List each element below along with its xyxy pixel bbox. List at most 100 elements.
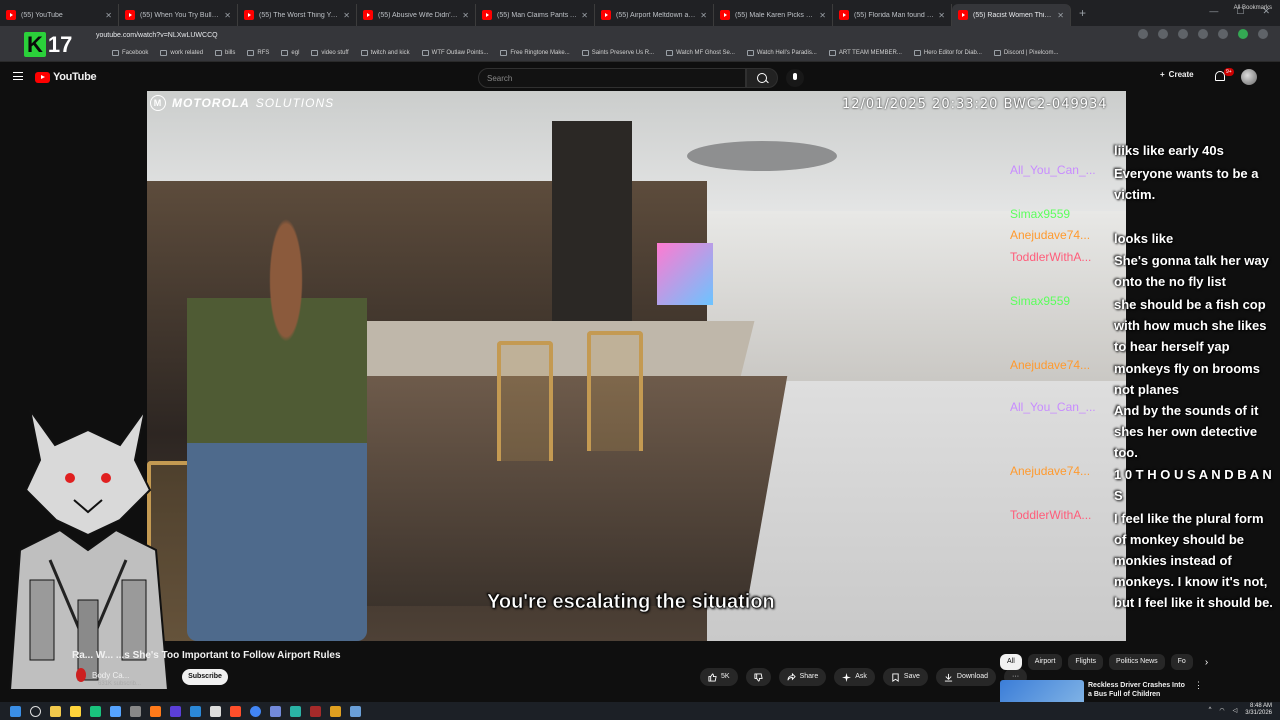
bookmark-item[interactable]: twitch and kick <box>360 49 410 56</box>
ask-button[interactable]: Ask <box>834 668 875 686</box>
close-tab-icon[interactable]: ✕ <box>105 11 112 20</box>
close-tab-icon[interactable]: ✕ <box>938 11 945 20</box>
profile-icon[interactable] <box>1238 29 1248 39</box>
settings-icon[interactable] <box>350 705 361 717</box>
video-player[interactable]: M MOTOROLA SOLUTIONS 12/01/2025 20:33:20… <box>147 91 1126 641</box>
app-icon[interactable] <box>190 705 201 717</box>
search-icon[interactable] <box>746 68 778 88</box>
recommended-title[interactable]: Reckless Driver Crashes Into a Bus Full … <box>1088 681 1188 699</box>
app-icon[interactable] <box>90 705 101 717</box>
close-tab-icon[interactable]: ✕ <box>700 11 707 20</box>
wifi-icon[interactable]: ◠ <box>1219 707 1224 714</box>
filter-chip[interactable]: Politics News <box>1109 654 1165 670</box>
close-tab-icon[interactable]: ✕ <box>343 11 350 20</box>
app-icon[interactable] <box>330 705 341 717</box>
extension-icon[interactable] <box>1138 29 1148 39</box>
chrome-icon[interactable] <box>250 705 261 717</box>
filter-chip[interactable]: Airport <box>1027 654 1063 670</box>
filter-chip[interactable]: Fo <box>1170 654 1193 670</box>
create-button[interactable]: + Create <box>1160 70 1194 79</box>
hamburger-menu-icon[interactable] <box>13 72 23 80</box>
bookmark-item[interactable]: Watch Hell's Paradis... <box>746 49 817 56</box>
search-input[interactable]: Search <box>478 68 746 88</box>
bookmark-item[interactable]: egl <box>281 49 299 56</box>
puzzle-icon[interactable] <box>1178 29 1188 39</box>
youtube-logo[interactable]: YouTube <box>35 71 97 83</box>
menu-icon[interactable] <box>1258 29 1268 39</box>
url-text[interactable]: youtube.com/watch?v=NLXwLUWCCQ <box>96 32 218 39</box>
recommended-more-icon[interactable]: ⋮ <box>1194 680 1203 691</box>
browser-toolbar-icons <box>1138 29 1268 39</box>
app-icon[interactable] <box>210 705 221 717</box>
file-explorer-icon[interactable] <box>50 705 61 717</box>
browser-tab[interactable]: (55) Airport Meltdown as Drun ✕ <box>595 4 714 26</box>
sidebar-icon[interactable] <box>1198 29 1208 39</box>
channel-name[interactable]: Body Ca... <box>92 671 129 680</box>
browser-tab[interactable]: (55) Abusive Wife Didn't Expe ✕ <box>357 4 476 26</box>
close-tab-icon[interactable]: ✕ <box>462 11 469 20</box>
share-button[interactable]: Share <box>778 668 827 686</box>
account-avatar[interactable] <box>1241 69 1257 85</box>
chevron-right-icon[interactable]: › <box>1205 657 1208 668</box>
bookmark-item[interactable]: Hero Editor for Diab... <box>913 49 982 56</box>
folder-icon[interactable] <box>70 705 81 717</box>
search-icon[interactable] <box>30 705 41 717</box>
like-button[interactable]: 5K <box>700 668 738 686</box>
recommended-video[interactable]: Reckless Driver Crashes Into a Bus Full … <box>1000 680 1280 702</box>
download-icon[interactable] <box>1218 29 1228 39</box>
bookmark-item[interactable]: WTF Outlaw Points... <box>421 49 488 56</box>
bookmark-item[interactable]: Discord | Pixelcom... <box>993 49 1058 56</box>
dislike-button[interactable] <box>745 668 771 686</box>
bookmark-item[interactable]: work related <box>160 49 203 56</box>
app-icon[interactable] <box>170 705 181 717</box>
browser-tab[interactable]: (55) When You Try Bullying The✕ <box>119 4 238 26</box>
recommended-thumbnail[interactable] <box>1000 680 1084 702</box>
browser-tab[interactable]: (55) YouTube ✕ <box>0 4 119 26</box>
volume-icon[interactable]: ◁ <box>1233 707 1238 714</box>
bookmark-item[interactable]: Free Ringtone Make... <box>500 49 570 56</box>
browser-tab[interactable]: (55) Man Claims Pants Aren't ✕ <box>476 4 595 26</box>
app-icon[interactable] <box>310 705 321 717</box>
new-tab-button[interactable]: + <box>1079 6 1086 20</box>
filter-chip[interactable]: All <box>1000 654 1022 670</box>
bookmark-item[interactable]: RFS <box>247 49 269 56</box>
subscribe-button[interactable]: Subscribe <box>182 669 228 685</box>
youtube-favicon-icon <box>244 10 254 20</box>
bookmark-label: Saints Preserve Us R... <box>591 49 655 56</box>
app-icon[interactable] <box>130 705 141 717</box>
channel-info[interactable]: Body Ca... <box>76 668 129 682</box>
minimize-icon[interactable]: — <box>1209 6 1218 17</box>
close-tab-icon[interactable]: ✕ <box>581 11 588 20</box>
browser-tab[interactable]: (55) Male Karen Picks a Fight ✕ <box>714 4 833 26</box>
filter-chip[interactable]: Flights <box>1068 654 1104 670</box>
windows-start-icon[interactable] <box>10 705 21 717</box>
bookmark-item[interactable]: bills <box>215 49 235 56</box>
channel-avatar[interactable] <box>76 668 86 682</box>
tab-title: (55) The Worst Thing You Could <box>259 11 339 19</box>
bookmark-item[interactable]: video stuff <box>311 49 349 56</box>
firefox-icon[interactable] <box>230 705 241 717</box>
tray-arrow-icon[interactable]: ^ <box>1209 707 1212 713</box>
app-icon[interactable] <box>110 705 121 717</box>
browser-tab[interactable]: (55) Florida Man found in wo ✕ <box>833 4 952 26</box>
download-button[interactable]: Download <box>935 668 997 686</box>
browser-tab[interactable]: (55) Racist Women Thinks S ✕ <box>952 4 1071 26</box>
bookmark-item[interactable]: Watch MF Ghost Se... <box>666 49 735 56</box>
browser-tab[interactable]: (55) The Worst Thing You Could ✕ <box>238 4 357 26</box>
discord-icon[interactable] <box>270 705 281 717</box>
close-tab-icon[interactable]: ✕ <box>224 11 231 20</box>
save-button[interactable]: Save <box>882 668 928 686</box>
clock[interactable]: 8:48 AM 3/31/2026 <box>1245 703 1272 717</box>
app-icon[interactable] <box>290 705 301 717</box>
bookmark-item[interactable]: Saints Preserve Us R... <box>581 49 655 56</box>
all-bookmarks-button[interactable]: All Bookmarks <box>1234 5 1272 11</box>
microphone-icon[interactable] <box>786 69 804 87</box>
close-tab-icon[interactable]: ✕ <box>1057 11 1064 20</box>
app-icon[interactable] <box>150 705 161 717</box>
bookmark-item[interactable]: ART TEAM MEMBER... <box>828 49 902 56</box>
stream-logo-k: K <box>24 32 46 57</box>
star-icon[interactable] <box>1158 29 1168 39</box>
address-bar[interactable]: youtube.com/watch?v=NLXwLUWCCQ <box>0 26 1280 44</box>
bookmark-item[interactable]: Facebook <box>112 49 148 56</box>
close-tab-icon[interactable]: ✕ <box>819 11 826 20</box>
